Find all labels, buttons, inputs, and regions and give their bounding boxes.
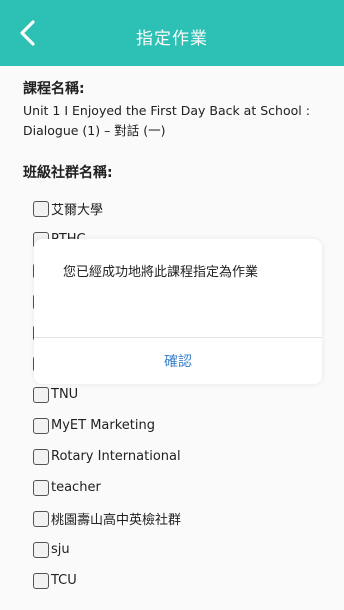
success-dialog: 您已經成功地將此課程指定為作業 確認 (34, 239, 322, 384)
confirm-button[interactable]: 確認 (34, 338, 322, 384)
dialog-message: 您已經成功地將此課程指定為作業 (63, 265, 259, 280)
